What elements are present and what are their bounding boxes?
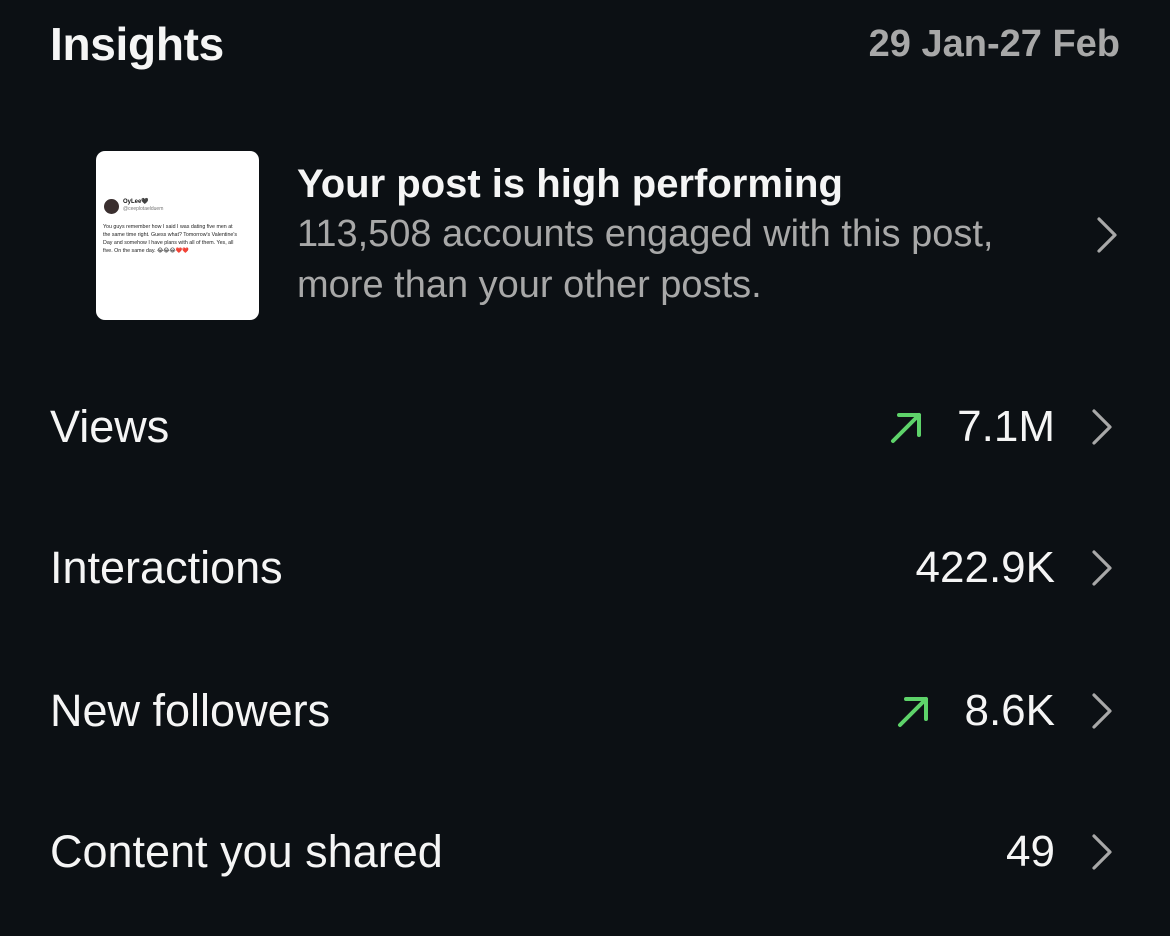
high-performing-post-card[interactable]: OyLee🖤 @ceeplotaelduem You guys remember…	[96, 150, 1120, 320]
chevron-right-icon[interactable]	[1094, 215, 1120, 255]
chevron-right-icon[interactable]	[1089, 407, 1115, 447]
thumbnail-author-handle: @ceeplotaelduem	[123, 205, 164, 212]
metric-value: 8.6K	[964, 686, 1055, 735]
thumbnail-author-name: OyLee🖤	[123, 198, 149, 205]
metric-label: Views	[50, 401, 170, 452]
metric-row-content-shared[interactable]: Content you shared 49	[50, 812, 1115, 892]
chevron-right-icon[interactable]	[1089, 832, 1115, 872]
chevron-right-icon[interactable]	[1089, 548, 1115, 588]
thumbnail-post-text: You guys remember how I said I was datin…	[103, 223, 238, 254]
metric-value: 49	[1006, 827, 1055, 876]
metric-value: 422.9K	[915, 543, 1055, 592]
date-range-selector[interactable]: 29 Jan-27 Feb	[869, 23, 1120, 66]
trend-up-arrow-icon	[891, 413, 922, 443]
metric-label: Content you shared	[50, 826, 443, 877]
chevron-right-icon[interactable]	[1089, 691, 1115, 731]
insights-header: Insights 29 Jan-27 Feb	[50, 14, 1120, 74]
metric-row-views[interactable]: Views 7.1M	[50, 387, 1115, 467]
metric-row-new-followers[interactable]: New followers 8.6K	[50, 671, 1115, 751]
highlight-description: 113,508 accounts engaged with this post,…	[297, 213, 994, 306]
metric-value: 7.1M	[957, 402, 1055, 451]
trend-up-arrow-icon	[898, 697, 929, 727]
thumbnail-avatar	[104, 198, 119, 214]
metric-label: Interactions	[50, 542, 283, 593]
highlight-text-block: Your post is high performing 113,508 acc…	[297, 159, 1074, 311]
page-title: Insights	[50, 18, 224, 70]
post-thumbnail[interactable]: OyLee🖤 @ceeplotaelduem You guys remember…	[96, 150, 259, 320]
metric-row-interactions[interactable]: Interactions 422.9K	[50, 528, 1115, 608]
metric-label: New followers	[50, 685, 331, 736]
highlight-title: Your post is high performing	[297, 162, 843, 206]
